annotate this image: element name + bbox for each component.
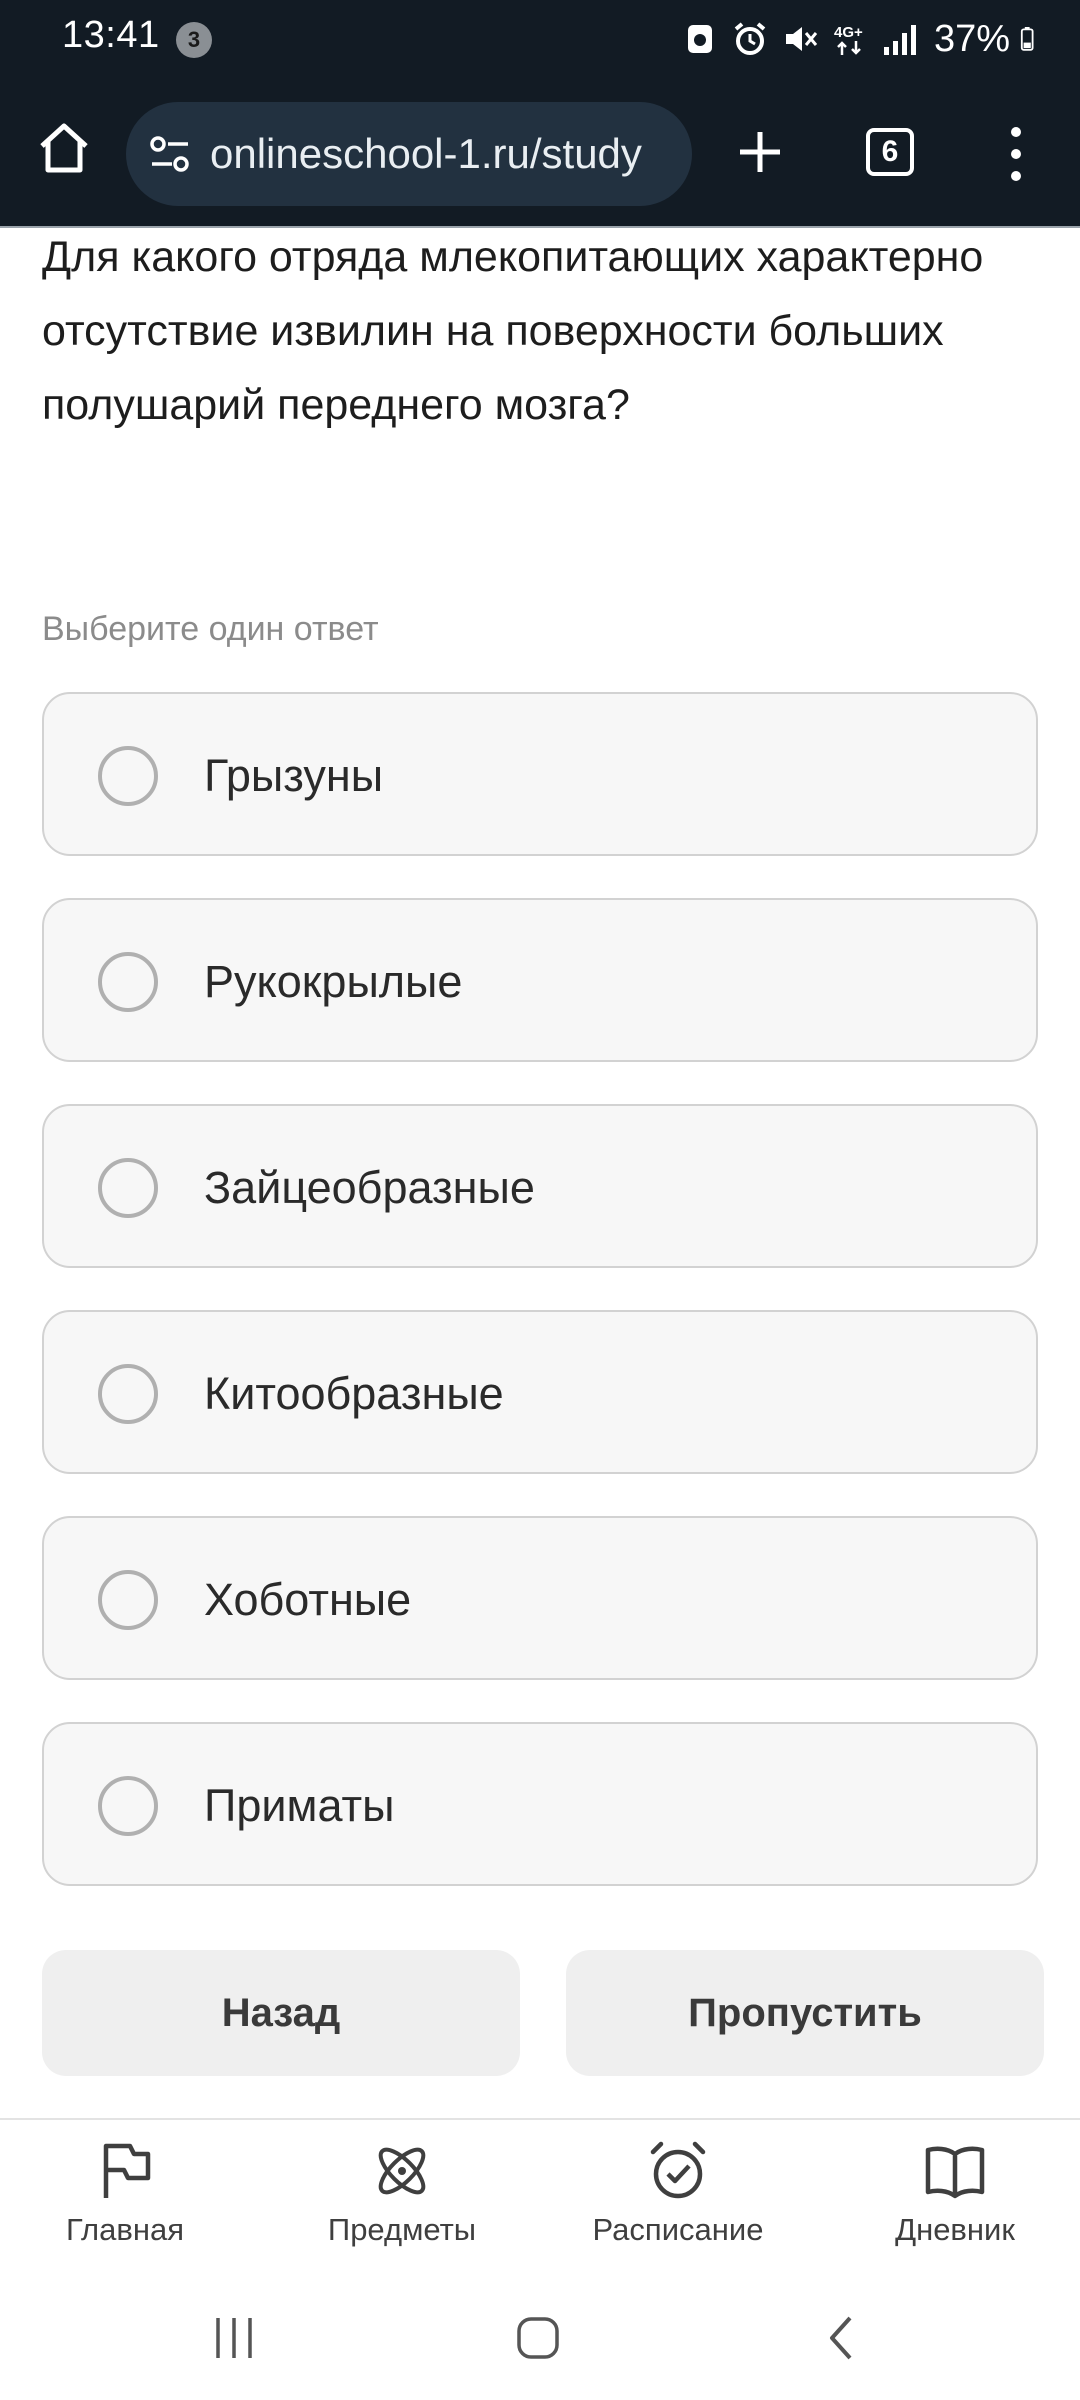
answer-hint: Выберите один ответ (42, 610, 379, 648)
answer-option[interactable]: Хоботные (42, 1516, 1038, 1680)
radio-button[interactable] (98, 1364, 158, 1424)
nav-item-home[interactable]: Главная (15, 2138, 235, 2248)
answer-option[interactable]: Приматы (42, 1722, 1038, 1886)
address-bar[interactable]: onlineschool-1.ru/study (126, 102, 692, 206)
tab-switcher-button[interactable]: 6 (866, 128, 914, 176)
answer-option-label: Грызуны (204, 750, 384, 801)
answer-option[interactable]: Грызуны (42, 692, 1038, 856)
new-tab-icon[interactable] (736, 128, 784, 176)
network-4g-icon: 4G+ (834, 24, 863, 55)
battery-percent: 37% (933, 17, 1010, 60)
notification-count-badge: 3 (176, 22, 212, 58)
nav-label: Предметы (327, 2212, 477, 2247)
nav-item-subjects[interactable]: Предметы (292, 2138, 512, 2248)
battery-icon (1020, 27, 1034, 51)
status-icons: 4G+ 37% (680, 14, 1044, 64)
alarm-clock-icon (650, 2141, 706, 2199)
radio-button[interactable] (98, 746, 158, 806)
answer-option[interactable]: Рукокрылые (42, 898, 1038, 1062)
browser-toolbar: onlineschool-1.ru/study 6 (0, 80, 1080, 228)
answer-option-label: Зайцеобразные (204, 1162, 535, 1213)
radio-button[interactable] (98, 1158, 158, 1218)
mute-icon (785, 27, 818, 51)
back-icon[interactable] (818, 2314, 866, 2362)
bottom-navigation: Главная Предметы Расписание Дневник (0, 2118, 1080, 2268)
alarm-icon (734, 22, 766, 55)
url-text[interactable]: onlineschool-1.ru/study (210, 130, 642, 178)
svg-text:4G+: 4G+ (834, 24, 863, 41)
radio-button[interactable] (98, 1776, 158, 1836)
status-time: 13:41 (62, 14, 160, 56)
question-text: Для какого отряда млекопитающих характер… (42, 233, 984, 429)
more-menu-icon[interactable] (1004, 124, 1028, 184)
answer-option-label: Приматы (204, 1780, 395, 1831)
answer-options: Грызуны Рукокрылые Зайцеобразные Китообр… (42, 692, 1038, 1928)
nav-label: Расписание (592, 2212, 764, 2247)
atom-icon (378, 2147, 426, 2195)
answer-option-label: Хоботные (204, 1574, 412, 1625)
radio-button[interactable] (98, 952, 158, 1012)
back-button[interactable]: Назад (42, 1950, 520, 2076)
nav-label: Дневник (895, 2212, 1015, 2247)
open-book-icon (925, 2146, 985, 2199)
home-button-icon[interactable] (514, 2314, 562, 2362)
answer-option-label: Рукокрылые (204, 956, 463, 1007)
home-icon[interactable] (36, 120, 92, 176)
flag-icon (103, 2143, 151, 2198)
site-settings-icon[interactable] (148, 132, 192, 176)
skip-button[interactable]: Пропустить (566, 1950, 1044, 2076)
recent-apps-icon[interactable] (210, 2314, 258, 2362)
answer-option[interactable]: Зайцеобразные (42, 1104, 1038, 1268)
system-navigation-bar (0, 2270, 1080, 2400)
nav-item-schedule[interactable]: Расписание (568, 2138, 788, 2248)
answer-option-label: Китообразные (204, 1368, 504, 1419)
signal-icon (883, 25, 916, 55)
status-bar: 13:41 3 4G+ 37% (0, 0, 1080, 80)
app-notification-icon (687, 25, 712, 53)
answer-option[interactable]: Китообразные (42, 1310, 1038, 1474)
page: 13:41 3 4G+ 37% onlineschool-1.ru/study … (0, 0, 1080, 2400)
nav-label: Главная (66, 2212, 184, 2247)
nav-item-diary[interactable]: Дневник (845, 2138, 1065, 2248)
radio-button[interactable] (98, 1570, 158, 1630)
